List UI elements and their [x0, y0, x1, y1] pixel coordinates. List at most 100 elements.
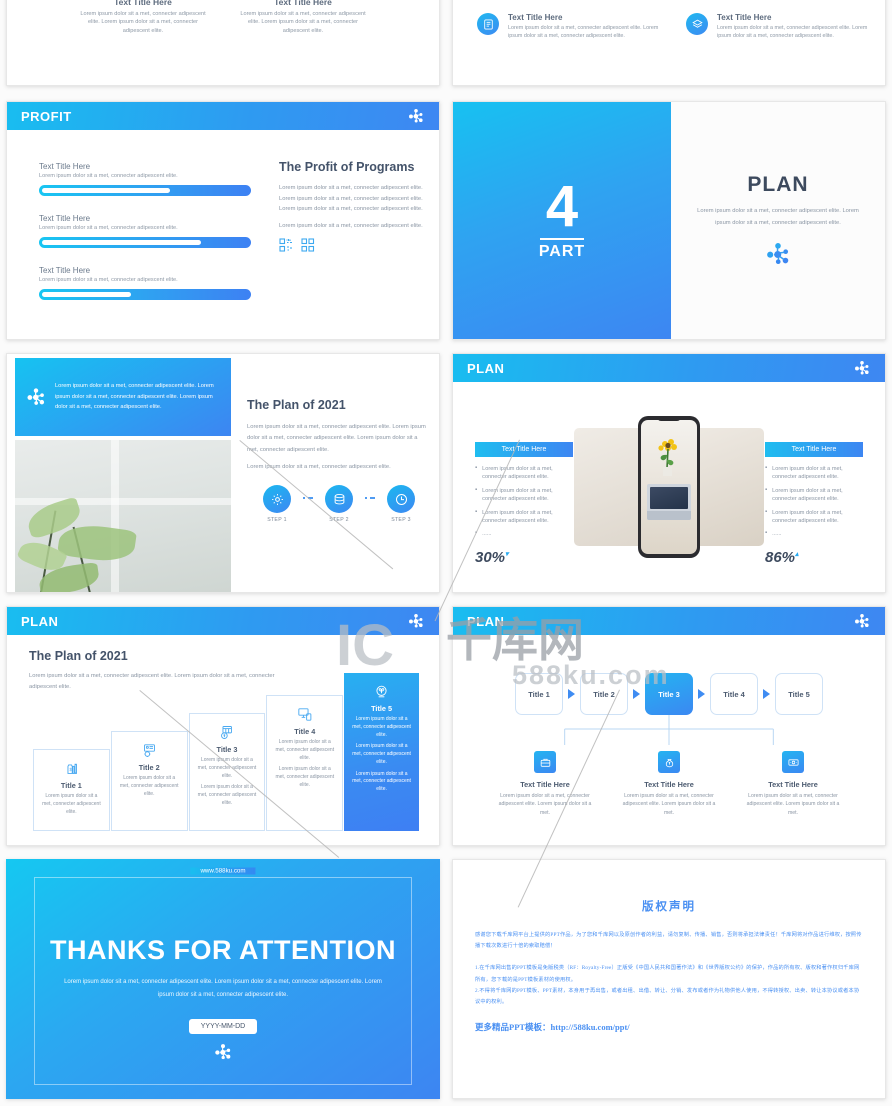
- slide-profit[interactable]: PROFIT Text Title Here Lorem ipsum dolor…: [6, 101, 440, 340]
- slide-plan-2021[interactable]: Lorem ipsum dolor sit a met, connecter a…: [6, 353, 440, 593]
- bullet-item: ▪......: [475, 530, 573, 538]
- slide-flow[interactable]: PLAN Title 1 Title 2 Title 3 Title 4 Tit…: [452, 606, 886, 846]
- flow-box[interactable]: Title 5: [775, 673, 823, 715]
- thanks-desc: Lorem ipsum dolor sit a met, connecter a…: [64, 979, 382, 998]
- slide-circles[interactable]: Text Title Here Lorem ipsum dolor sit a …: [6, 0, 440, 86]
- part-desc: Lorem ipsum dolor sit a met, connecter a…: [697, 208, 859, 226]
- flow-bottom-title: Text Title Here: [768, 780, 818, 789]
- staircase-card-title: Title 5: [371, 704, 393, 713]
- profit-bar-title: Text Title Here: [39, 214, 91, 223]
- flow-box-active[interactable]: Title 3: [645, 673, 693, 715]
- copyright-content: 版权声明 感谢您下载千库网平台上提供的PPT作品，为了您和千库网以及原创作者的利…: [475, 898, 863, 1033]
- left-pill-title: Text Title Here: [475, 442, 573, 457]
- bullet-dot: ▪: [765, 508, 768, 515]
- plant-window-photo: [15, 440, 231, 592]
- slides-grid: Text Title Here Lorem ipsum dolor sit a …: [0, 0, 892, 1106]
- step-label: STEP 2: [329, 517, 349, 524]
- slide-copyright[interactable]: 版权声明 感谢您下载千库网平台上提供的PPT作品，为了您和千库网以及原创作者的利…: [452, 859, 886, 1099]
- money-bag-icon: $: [41, 758, 102, 778]
- bullet-dot: ▪: [475, 486, 478, 493]
- document-lines-icon: [477, 13, 499, 35]
- icon-item-text: Text Title Here Lorem ipsum dolor sit a …: [508, 13, 662, 41]
- qr-code-icon: [301, 238, 315, 252]
- part-label: PART: [538, 242, 586, 260]
- molecule-icon: [407, 107, 425, 125]
- progress-fill: [42, 292, 131, 297]
- devices-icon: [274, 704, 335, 724]
- arrow-right-icon: [633, 689, 640, 699]
- copyright-more-link[interactable]: 更多精品PPT模板：http://588ku.com/ppt/: [475, 1021, 863, 1033]
- thanks-title: THANKS FOR ATTENTION: [50, 935, 396, 965]
- flow-bottom-item[interactable]: Text Title Here Lorem ipsum dolor sit a …: [741, 751, 845, 817]
- icon-item: Text Title Here Lorem ipsum dolor sit a …: [477, 13, 662, 41]
- qr-code-icon: [279, 238, 293, 252]
- step-connector: [365, 497, 375, 499]
- right-pill-title: Text Title Here: [765, 442, 863, 457]
- step-item[interactable]: STEP 1: [251, 485, 303, 523]
- flow-box[interactable]: Title 1: [515, 673, 563, 715]
- staircase-card-line: Lorem ipsum dolor sit a met, connecter a…: [119, 775, 179, 797]
- profit-bars: Text Title Here Lorem ipsum dolor sit a …: [39, 162, 251, 318]
- flow-bottom-row: Text Title Here Lorem ipsum dolor sit a …: [483, 751, 855, 817]
- thanks-url: www.588ku.com: [190, 867, 256, 875]
- copyright-paragraph-1: 感谢您下载千库网平台上提供的PPT作品，为了您和千库网以及原创作者的利益，请勿复…: [475, 932, 862, 950]
- date-chip[interactable]: YYYY-MM-DD: [188, 1019, 258, 1035]
- bullet-item: ▪ Lorem ipsum dolor sit a met, connecter …: [765, 465, 863, 482]
- profit-bar-title: Text Title Here: [39, 162, 91, 171]
- layers-stack-icon: [686, 13, 708, 35]
- thanks-content: THANKS FOR ATTENTION Lorem ipsum dolor s…: [6, 935, 440, 1062]
- molecule-icon: [213, 1042, 233, 1062]
- progress-track: [39, 185, 251, 196]
- arrow-right-icon: [763, 689, 770, 699]
- staircase-card-active[interactable]: Title 5 Lorem ipsum dolor sit a met, con…: [344, 673, 419, 831]
- step-item[interactable]: STEP 3: [375, 485, 427, 523]
- slide-icon-items[interactable]: Text Title Here Lorem ipsum dolor sit a …: [452, 0, 886, 86]
- part-title: PLAN: [747, 173, 809, 197]
- progress-fill: [42, 240, 201, 245]
- staircase-card-title: Title 1: [60, 781, 82, 790]
- flow-bottom-item[interactable]: Text Title Here Lorem ipsum dolor sit a …: [617, 751, 721, 817]
- part-number-pane: 4 PART: [453, 102, 671, 339]
- phone-left-column: Text Title Here ▪ Lorem ipsum dolor sit a…: [475, 442, 573, 566]
- clock-icon: [387, 485, 415, 514]
- flow-connectors: [515, 715, 823, 749]
- profit-bar-title: Text Title Here: [39, 266, 91, 275]
- laptop-keyboard: [647, 511, 691, 520]
- up-arrow-icon: ▴: [795, 550, 799, 558]
- phone-screen: [641, 420, 697, 554]
- flow-bottom-title: Text Title Here: [644, 780, 694, 789]
- icon-item-text: Text Title Here Lorem ipsum dolor sit a …: [717, 13, 871, 41]
- flow-row: Title 1 Title 2 Title 3 Title 4 Title 5: [515, 673, 823, 715]
- flow-bottom-desc: Lorem ipsum dolor sit a met, connecter a…: [498, 793, 592, 816]
- bullet-item: ▪ Lorem ipsum dolor sit a met, connecter …: [475, 487, 573, 504]
- flow-box[interactable]: Title 2: [580, 673, 628, 715]
- molecule-icon: [407, 612, 425, 630]
- bullet-dot: ▪: [765, 465, 768, 471]
- part-text-pane: PLAN Lorem ipsum dolor sit a met, connec…: [671, 102, 885, 339]
- staircase-card[interactable]: Title 2 Lorem ipsum dolor sit a met, con…: [110, 731, 188, 831]
- step-label: STEP 1: [267, 517, 287, 524]
- briefcase-icon: [534, 751, 556, 773]
- staircase-card-title: Title 4: [294, 727, 316, 736]
- flow-box[interactable]: Title 4: [710, 673, 758, 715]
- bullet-item: ▪ Lorem ipsum dolor sit a met, connecter …: [765, 509, 863, 526]
- slide-plan-phone[interactable]: PLAN Text Title Here ▪ Lorem ipsum dolor …: [452, 353, 886, 593]
- copyright-heading: 版权声明: [642, 901, 696, 913]
- slide-thanks[interactable]: www.588ku.com THANKS FOR ATTENTION Lorem…: [6, 859, 440, 1099]
- staircase-card[interactable]: Title 3 Lorem ipsum dolor sit a met, con…: [188, 713, 266, 831]
- progress-track: [39, 237, 251, 248]
- flower-image: [652, 436, 686, 481]
- icon-item-title: Text Title Here: [508, 13, 563, 22]
- step-connector: [303, 497, 313, 499]
- bullet-dot: ▪: [475, 530, 478, 537]
- bullet-dot: ▪: [765, 530, 768, 537]
- flow-bottom-item[interactable]: Text Title Here Lorem ipsum dolor sit a …: [493, 751, 597, 817]
- staircase-card[interactable]: Title 4 Lorem ipsum dolor sit a met, con…: [266, 695, 344, 831]
- phone-frame: [638, 416, 700, 558]
- gear-icon: [263, 485, 291, 514]
- slide-staircase[interactable]: PLAN The Plan of 2021 Lorem ipsum dolor …: [6, 606, 440, 846]
- staircase-card[interactable]: $ Title 1 Lorem ipsum dolor sit a met, c…: [33, 749, 110, 831]
- coins-chart-icon: [197, 722, 258, 742]
- slide-section-part[interactable]: 4 PART PLAN Lorem ipsum dolor sit a met,…: [452, 101, 886, 340]
- step-item[interactable]: STEP 2: [313, 485, 365, 523]
